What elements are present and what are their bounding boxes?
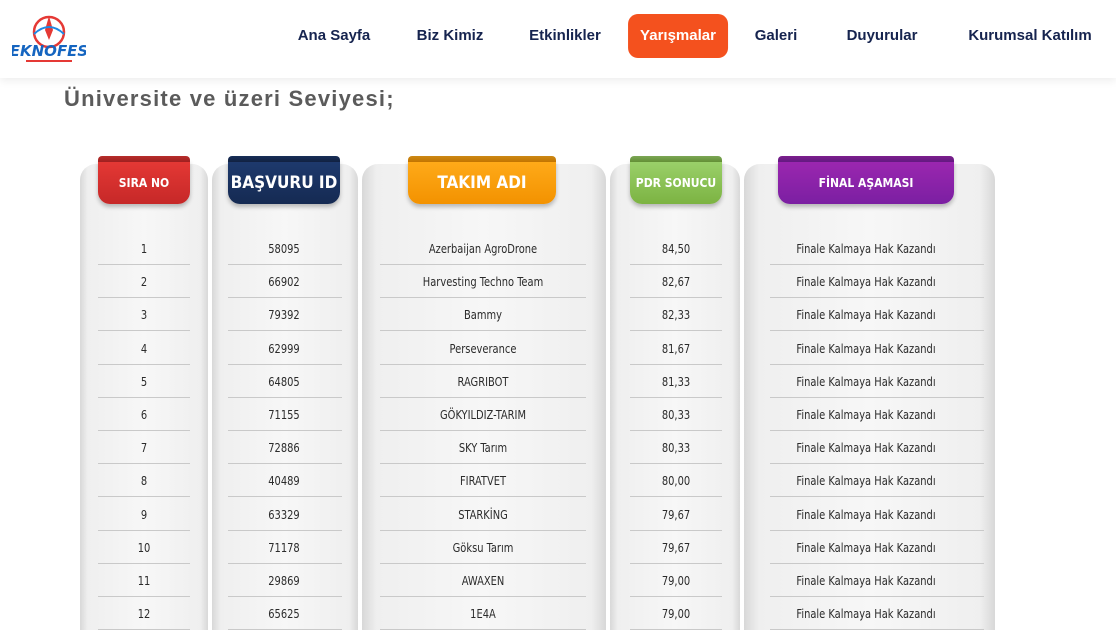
row-number-cell: 11: [137, 573, 151, 588]
pdr-score-cell: 80,33: [661, 407, 691, 422]
site-header: TEKNOFEST Ana Sayfa Biz Kimiz Etkinlikler Y…: [0, 0, 1116, 78]
table-row: 2 66902 Harvesting Techno Team 82,67 Finale …: [80, 265, 995, 299]
application-id-cell: 71178: [268, 539, 300, 555]
final-status-cell: Finale Kalmaya Hak Kazandı: [796, 241, 936, 256]
nav-duyurular[interactable]: Duyurular: [835, 14, 930, 58]
pdr-score-cell: 79,00: [661, 573, 691, 588]
table-row: 1 58095 Azerbaijan AgroDrone 84,50 Finale Ka…: [80, 232, 995, 265]
table-row: 3 79392 Bammy 82,33 Finale Kalmaya Hak Kazan…: [80, 298, 995, 332]
teknofest-logo-icon: TEKNOFEST: [0, 15, 100, 62]
row-number-cell: 7: [140, 440, 148, 456]
nav-ana-sayfa[interactable]: Ana Sayfa: [286, 14, 383, 58]
header-pdr-sonucu: PDR SONUCU: [630, 160, 722, 204]
application-id-cell: 71155: [268, 407, 300, 422]
row-number-cell: 4: [140, 340, 148, 356]
team-name-cell: RAGRIBOT: [457, 373, 509, 389]
nav-etkinlikler[interactable]: Etkinlikler: [517, 14, 613, 58]
team-name-cell: Bammy: [463, 307, 502, 323]
application-id-cell: 72886: [268, 440, 300, 456]
final-status-cell: Finale Kalmaya Hak Kazandı: [796, 340, 936, 356]
row-number-cell: 8: [140, 473, 148, 489]
team-name-cell: AWAXEN: [461, 573, 505, 588]
application-id-cell: 58095: [268, 241, 300, 256]
final-status-cell: Finale Kalmaya Hak Kazandı: [796, 606, 936, 622]
team-name-cell: Perseverance: [449, 340, 517, 356]
table-row: 10 71178 Göksu Tarım 79,67 Finale Kalmaya Ha…: [80, 531, 995, 564]
teknofest-logo[interactable]: TEKNOFEST: [0, 10, 100, 70]
team-name-cell: FIRATVET: [459, 473, 507, 489]
final-status-cell: Finale Kalmaya Hak Kazandı: [796, 506, 936, 522]
pdr-score-cell: 80,00: [661, 473, 691, 489]
final-status-cell: Finale Kalmaya Hak Kazandı: [796, 407, 936, 422]
header-sira-no: SIRA NO: [98, 160, 190, 204]
application-id-cell: 62999: [268, 340, 300, 356]
pdr-score-cell: 82,67: [661, 274, 691, 290]
final-status-cell: Finale Kalmaya Hak Kazandı: [796, 539, 936, 555]
nav-yarismalar[interactable]: Yarışmalar: [628, 14, 728, 58]
header-final-asamasi: FİNAL AŞAMASI: [778, 160, 954, 204]
nav-galeri[interactable]: Galeri: [743, 14, 810, 58]
nav-biz-kimiz[interactable]: Biz Kimiz: [405, 14, 496, 58]
row-number-cell: 5: [140, 373, 148, 389]
row-number-cell: 1: [140, 241, 148, 256]
row-number-cell: 10: [137, 539, 151, 555]
pdr-score-cell: 81,33: [661, 373, 691, 389]
pdr-score-cell: 80,33: [661, 440, 691, 456]
pdr-score-cell: 79,67: [661, 506, 691, 522]
application-id-cell: 79392: [268, 307, 300, 323]
nav-kurumsal-katilim[interactable]: Kurumsal Katılım: [956, 14, 1103, 58]
final-status-cell: Finale Kalmaya Hak Kazandı: [796, 373, 936, 389]
header-takim-adi: TAKIM ADI: [408, 160, 556, 204]
row-number-cell: 6: [140, 407, 148, 422]
table-row: 4 62999 Perseverance 81,67 Finale Kalmaya Ha…: [80, 332, 995, 365]
header-basvuru-id: BAŞVURU ID: [228, 160, 340, 204]
table-row: 9 63329 STARKİNG 79,67 Finale Kalmaya Hak Ka…: [80, 498, 995, 531]
team-name-cell: SKY Tarım: [458, 440, 508, 456]
final-status-cell: Finale Kalmaya Hak Kazandı: [796, 307, 936, 323]
final-status-cell: Finale Kalmaya Hak Kazandı: [796, 473, 936, 489]
row-number-cell: 12: [137, 606, 151, 622]
table-row: 5 64805 RAGRIBOT 81,33 Finale Kalmaya Hak Ka…: [80, 365, 995, 398]
team-name-cell: Göksu Tarım: [452, 539, 514, 555]
application-id-cell: 64805: [268, 373, 300, 389]
table-row: 12 65625 1E4A 79,00 Finale Kalmaya Hak Kazan…: [80, 597, 995, 631]
table-row: 8 40489 FIRATVET 80,00 Finale Kalmaya Hak Ka…: [80, 464, 995, 498]
final-status-cell: Finale Kalmaya Hak Kazandı: [796, 440, 936, 456]
table-row: 7 72886 SKY Tarım 80,33 Finale Kalmaya Hak K…: [80, 431, 995, 465]
application-id-cell: 66902: [268, 274, 300, 290]
pdr-score-cell: 81,67: [661, 340, 691, 356]
final-status-cell: Finale Kalmaya Hak Kazandı: [796, 573, 936, 588]
team-name-cell: GÖKYILDIZ-TARIM: [439, 407, 526, 422]
team-name-cell: 1E4A: [470, 606, 496, 622]
application-id-cell: 63329: [268, 506, 300, 522]
results-table: SIRA NO BAŞVURU ID TAKIM ADI PDR SONUCU …: [80, 160, 995, 631]
logo-wordmark: TEKNOFEST: [12, 42, 86, 60]
section-title: Üniversite ve üzeri Seviyesi;: [64, 86, 395, 111]
row-number-cell: 9: [140, 506, 148, 522]
team-name-cell: Azerbaijan AgroDrone: [428, 241, 538, 256]
pdr-score-cell: 84,50: [661, 241, 691, 256]
row-number-cell: 2: [140, 274, 148, 290]
row-number-cell: 3: [140, 307, 148, 323]
team-name-cell: Harvesting Techno Team: [422, 274, 544, 290]
application-id-cell: 65625: [268, 606, 300, 622]
table-row: 6 71155 GÖKYILDIZ-TARIM 80,33 Finale Kalmaya…: [80, 398, 995, 431]
application-id-cell: 40489: [268, 473, 300, 489]
final-status-cell: Finale Kalmaya Hak Kazandı: [796, 274, 936, 290]
team-name-cell: STARKİNG: [458, 506, 508, 522]
pdr-score-cell: 79,67: [661, 539, 691, 555]
pdr-score-cell: 82,33: [661, 307, 691, 323]
pdr-score-cell: 79,00: [661, 606, 691, 622]
table-row: 11 29869 AWAXEN 79,00 Finale Kalmaya Hak Kaz…: [80, 564, 995, 597]
application-id-cell: 29869: [268, 573, 300, 588]
